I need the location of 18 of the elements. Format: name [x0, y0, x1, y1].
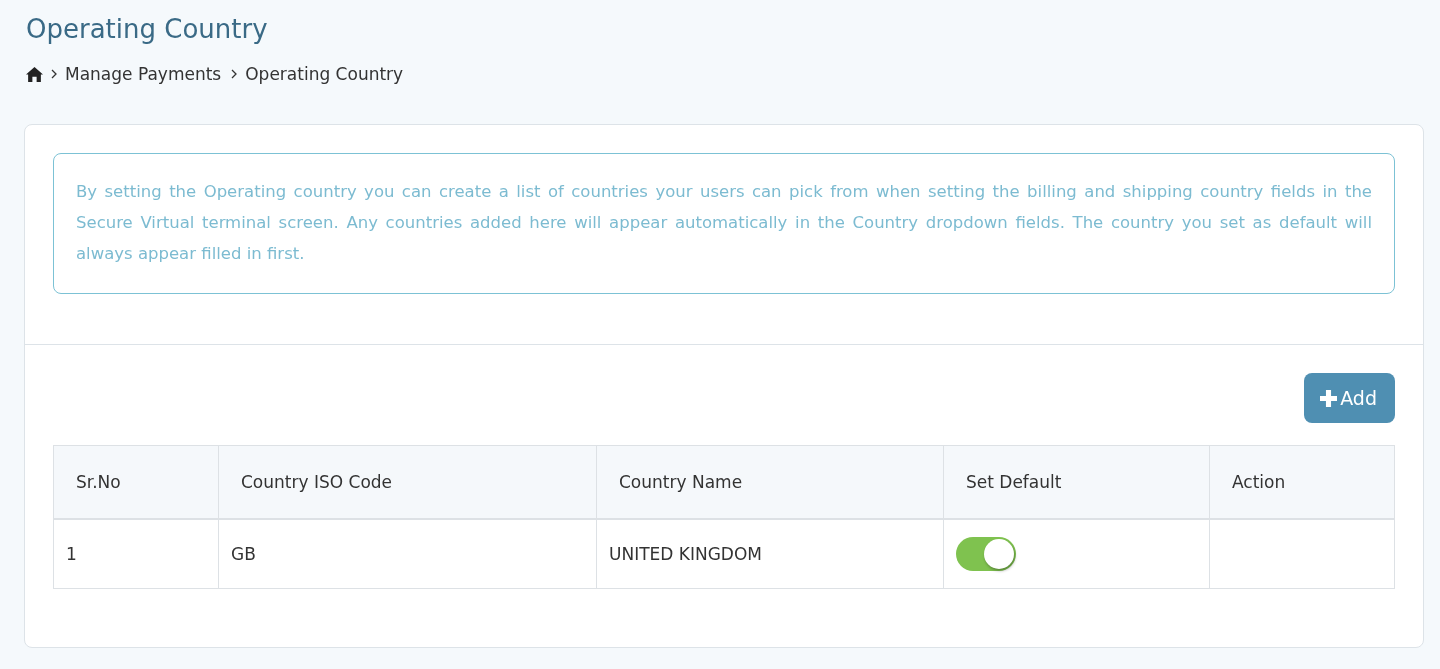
- column-header: Set Default: [943, 445, 1210, 519]
- info-message: By setting the Operating country you can create a list of countries your users can pick from when setting the billing and shipping country fields in the Secure Virtual terminal screen. Any countries added here will appear automatically in the Country dropdown fields. The country you set as default will always appear filled in first.: [53, 153, 1395, 294]
- page-title: Operating Country: [26, 14, 269, 44]
- home-icon[interactable]: [26, 66, 43, 82]
- table-cell: 1: [53, 519, 219, 589]
- chevron-icon: [231, 69, 238, 79]
- column-header: Sr.No: [53, 445, 219, 519]
- column-header: Action: [1209, 445, 1395, 519]
- chevron-icon: [51, 69, 57, 79]
- column-header: Country Name: [596, 445, 944, 519]
- breadcrumb-item[interactable]: Manage Payments: [65, 64, 222, 84]
- table-cell: GB: [218, 519, 597, 589]
- add-button[interactable]: Add: [1304, 373, 1395, 423]
- toggle-switch[interactable]: [956, 537, 1016, 571]
- breadcrumb-item: Operating Country: [245, 64, 404, 84]
- table-cell: UNITED KINGDOM: [596, 519, 944, 589]
- plus-icon: [1320, 389, 1338, 407]
- column-header: Country ISO Code: [218, 445, 597, 519]
